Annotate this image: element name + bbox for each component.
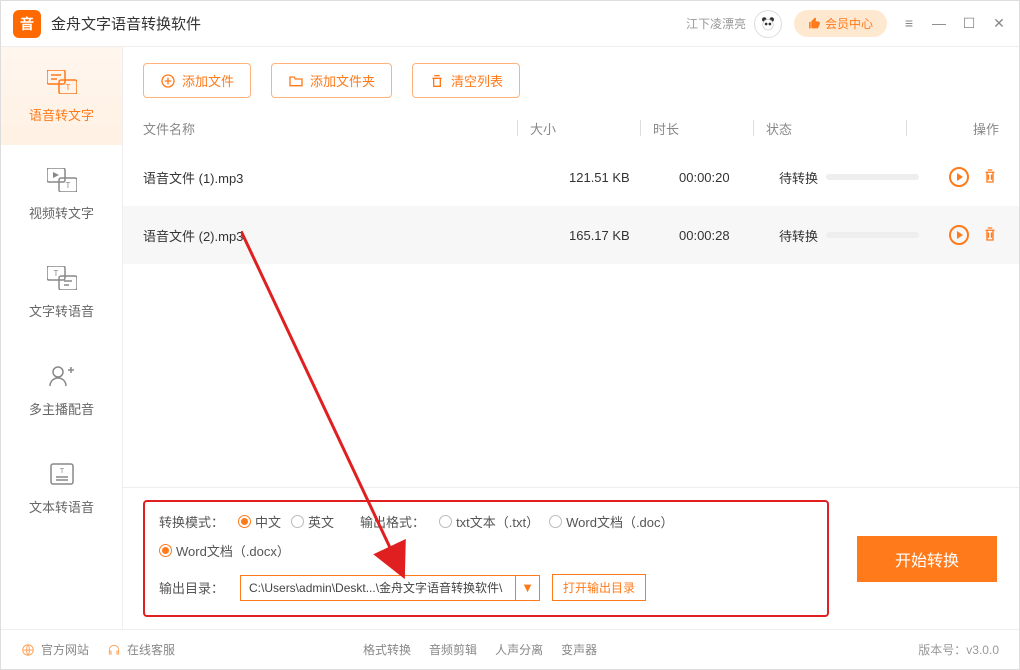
clear-icon	[429, 73, 445, 89]
sidebar-item-multi-voice[interactable]: 多主播配音	[1, 341, 122, 439]
outdir-label: 输出目录：	[159, 578, 224, 597]
play-icon[interactable]	[949, 225, 969, 245]
table-body: 语音文件 (1).mp3 121.51 KB 00:00:20 待转换 语音文件…	[123, 148, 1019, 487]
toolbar: 添加文件 添加文件夹 清空列表	[123, 47, 1019, 108]
minimize-icon[interactable]: —	[931, 15, 947, 32]
sidebar-item-label: 文本转语音	[29, 497, 94, 516]
radio-fmt-txt[interactable]: txt文本（.txt）	[439, 512, 539, 531]
doc-audio-icon: T	[46, 461, 78, 487]
radio-mode-cn[interactable]: 中文	[238, 512, 281, 531]
app-logo: 音	[13, 10, 41, 38]
cell-duration: 00:00:28	[679, 228, 779, 243]
vip-center-button[interactable]: 会员中心	[794, 10, 887, 37]
sidebar-item-label: 多主播配音	[29, 399, 94, 418]
col-header-size: 大小	[530, 119, 640, 138]
multi-voice-icon	[46, 363, 78, 389]
add-file-button[interactable]: 添加文件	[143, 63, 251, 98]
thumbs-up-icon	[808, 17, 821, 30]
col-header-status: 状态	[766, 119, 906, 138]
clear-list-button[interactable]: 清空列表	[412, 63, 520, 98]
start-convert-button[interactable]: 开始转换	[857, 536, 997, 582]
globe-icon	[21, 643, 35, 657]
link-audio-trim[interactable]: 音频剪辑	[429, 641, 477, 658]
bottom-panel: 转换模式： 中文 英文 输出格式： txt文本（.txt） Word文档（.do…	[123, 487, 1019, 629]
open-output-dir-button[interactable]: 打开输出目录	[552, 574, 646, 601]
plus-circle-icon	[160, 73, 176, 89]
audio-to-text-icon: T	[46, 69, 78, 95]
cell-name: 语音文件 (2).mp3	[143, 226, 569, 245]
headset-icon	[107, 643, 121, 657]
chevron-down-icon[interactable]: ▼	[515, 576, 539, 600]
online-support-link[interactable]: 在线客服	[107, 641, 175, 658]
svg-text:T: T	[59, 468, 64, 475]
maximize-icon[interactable]: ☐	[961, 15, 977, 32]
version-label: 版本号：v3.0.0	[918, 641, 999, 658]
main-panel: 添加文件 添加文件夹 清空列表 文件名称 大小 时长 状态 操作	[123, 47, 1019, 629]
progress-bar	[826, 232, 919, 238]
options-box: 转换模式： 中文 英文 输出格式： txt文本（.txt） Word文档（.do…	[143, 500, 829, 617]
user-name: 江下凌漂亮	[686, 15, 746, 32]
app-title: 金舟文字语音转换软件	[51, 13, 686, 34]
titlebar: 音 金舟文字语音转换软件 江下凌漂亮 会员中心 ≡ — ☐ ✕	[1, 1, 1019, 47]
cell-status: 待转换	[779, 226, 919, 245]
statusbar: 官方网站 在线客服 格式转换 音频剪辑 人声分离 变声器 版本号：v3.0.0	[1, 629, 1019, 669]
output-dir-text: C:\Users\admin\Deskt...\金舟文字语音转换软件\	[241, 579, 515, 596]
format-label: 输出格式：	[360, 512, 425, 531]
mode-label: 转换模式：	[159, 512, 224, 531]
svg-text:T: T	[65, 83, 70, 92]
table-header: 文件名称 大小 时长 状态 操作	[123, 108, 1019, 148]
svg-text:T: T	[65, 181, 70, 190]
sidebar-item-label: 视频转文字	[29, 203, 94, 222]
delete-icon[interactable]	[981, 167, 999, 185]
table-row[interactable]: 语音文件 (1).mp3 121.51 KB 00:00:20 待转换	[123, 148, 1019, 206]
cell-name: 语音文件 (1).mp3	[143, 168, 569, 187]
table-row[interactable]: 语音文件 (2).mp3 165.17 KB 00:00:28 待转换	[123, 206, 1019, 264]
link-voice-changer[interactable]: 变声器	[561, 641, 597, 658]
sidebar-item-label: 文字转语音	[29, 301, 94, 320]
folder-icon	[288, 73, 304, 89]
col-header-ops: 操作	[919, 119, 999, 138]
sidebar-item-label: 语音转文字	[29, 105, 94, 124]
cell-size: 121.51 KB	[569, 170, 679, 185]
sidebar-item-textdoc-to-audio[interactable]: T 文本转语音	[1, 439, 122, 537]
col-header-duration: 时长	[653, 119, 753, 138]
menu-icon[interactable]: ≡	[901, 15, 917, 32]
svg-text:T: T	[53, 269, 58, 278]
output-dir-input[interactable]: C:\Users\admin\Deskt...\金舟文字语音转换软件\ ▼	[240, 575, 540, 601]
sidebar-item-audio-to-text[interactable]: T 语音转文字	[1, 47, 122, 145]
add-folder-button[interactable]: 添加文件夹	[271, 63, 392, 98]
cell-duration: 00:00:20	[679, 170, 779, 185]
play-icon[interactable]	[949, 167, 969, 187]
col-header-name: 文件名称	[143, 119, 517, 138]
status-links: 格式转换 音频剪辑 人声分离 变声器	[363, 641, 597, 658]
text-to-audio-icon: T	[46, 265, 78, 291]
cell-size: 165.17 KB	[569, 228, 679, 243]
video-to-text-icon: T	[46, 167, 78, 193]
progress-bar	[826, 174, 919, 180]
official-website-link[interactable]: 官方网站	[21, 641, 89, 658]
close-icon[interactable]: ✕	[991, 15, 1007, 32]
link-format-convert[interactable]: 格式转换	[363, 641, 411, 658]
window-controls: ≡ — ☐ ✕	[901, 15, 1007, 32]
cell-status: 待转换	[779, 168, 919, 187]
avatar[interactable]	[754, 10, 782, 38]
panda-icon	[759, 15, 777, 33]
sidebar: T 语音转文字 T 视频转文字 T 文字转语音 多主播配音 T 文本转语音	[1, 47, 123, 629]
delete-icon[interactable]	[981, 225, 999, 243]
radio-fmt-docx[interactable]: Word文档（.docx）	[159, 541, 290, 560]
radio-fmt-doc[interactable]: Word文档（.doc）	[549, 512, 673, 531]
link-vocal-separate[interactable]: 人声分离	[495, 641, 543, 658]
sidebar-item-text-to-audio[interactable]: T 文字转语音	[1, 243, 122, 341]
radio-mode-en[interactable]: 英文	[291, 512, 334, 531]
sidebar-item-video-to-text[interactable]: T 视频转文字	[1, 145, 122, 243]
